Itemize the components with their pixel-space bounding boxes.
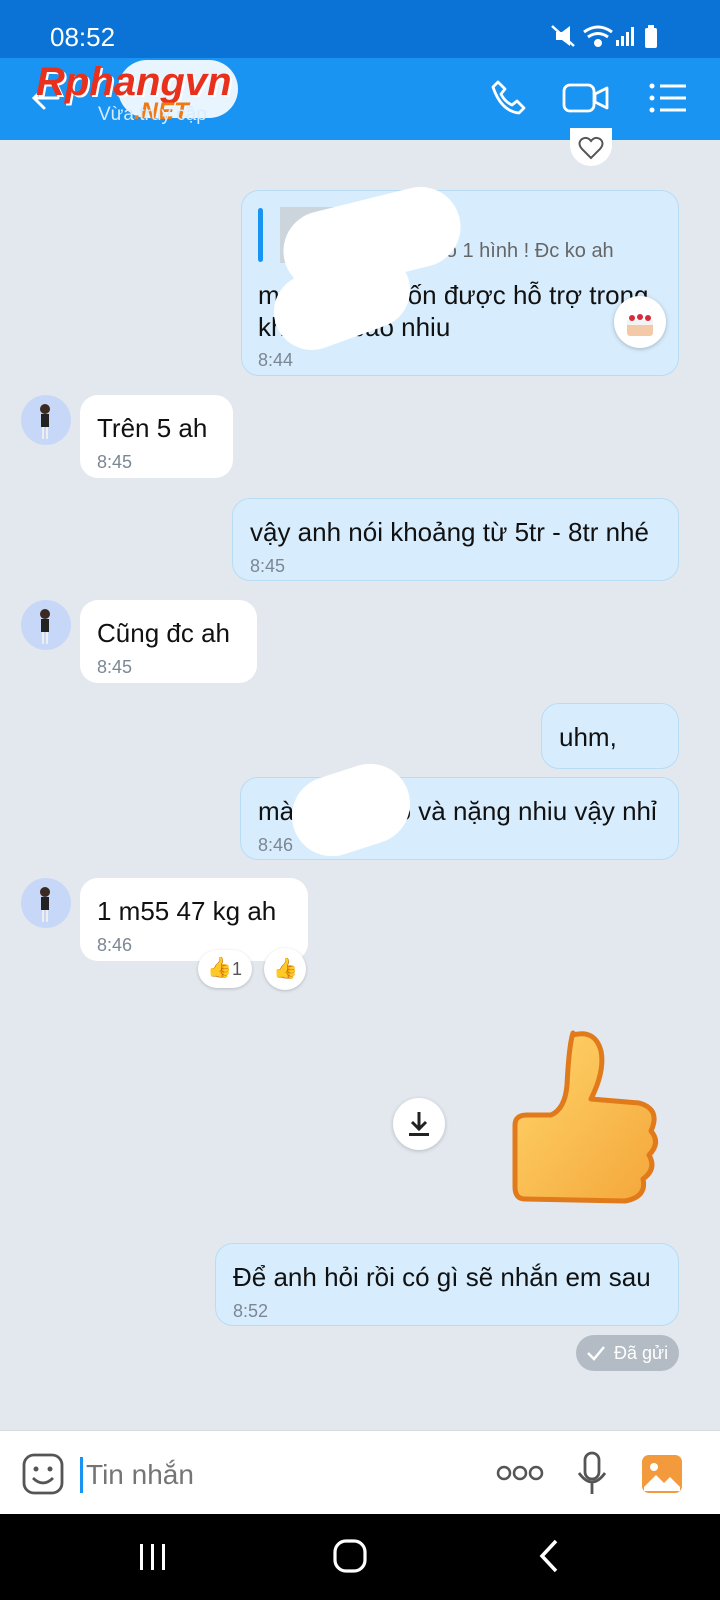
image-gallery-icon[interactable] — [640, 1453, 684, 1495]
last-seen-status: Vừa truy cập — [98, 104, 207, 125]
message-outgoing[interactable]: nh] Có 1 hình ! Đc ko ah m ốn được hỗ trợ… — [241, 178, 679, 376]
message-outgoing[interactable]: vậy anh nói khoảng từ 5tr - 8tr nhé 8:45 — [232, 498, 679, 581]
message-outgoing[interactable]: Để anh hỏi rồi có gì sẽ nhắn em sau 8:52 — [215, 1243, 679, 1326]
system-nav-bar — [0, 1514, 720, 1600]
sent-status-badge: Đã gửi — [576, 1335, 679, 1371]
mute-icon — [551, 25, 575, 47]
message-time: 8:52 — [233, 1301, 269, 1321]
message-time: 8:45 — [97, 452, 133, 472]
message-text: Trên 5 ah — [97, 413, 208, 443]
download-button[interactable] — [393, 1098, 445, 1150]
message-time: 8:44 — [258, 350, 294, 370]
emoji-sticker-icon[interactable] — [22, 1453, 64, 1495]
message-input[interactable] — [84, 1451, 468, 1499]
message-text: vậy anh nói khoảng từ 5tr - 8tr nhé — [250, 517, 649, 547]
cake-icon — [627, 314, 653, 336]
home-icon[interactable] — [332, 1538, 368, 1574]
checkmark-icon — [587, 1346, 605, 1361]
battery-icon — [645, 25, 657, 48]
avatar[interactable] — [21, 395, 71, 445]
status-icons — [551, 25, 657, 48]
message-text: Để anh hỏi rồi có gì sẽ nhắn em sau — [233, 1262, 651, 1292]
video-call-icon[interactable] — [562, 80, 610, 116]
quote-bar — [258, 208, 263, 262]
message-time: 8:45 — [250, 556, 286, 576]
text-cursor — [80, 1457, 83, 1493]
reaction-count-badge[interactable]: 👍 1 — [198, 950, 252, 988]
avatar-figure-icon — [40, 404, 50, 439]
message-text: uhm, — [559, 722, 617, 752]
menu-list-icon[interactable] — [648, 80, 688, 116]
message-outgoing[interactable]: mà no và nặng nhiu vậy nhỉ 8:46 — [240, 753, 679, 867]
chat-header: Rphangvn .NET Vừa truy cập — [0, 58, 720, 140]
avatar-figure-icon — [40, 887, 50, 922]
avatar[interactable] — [21, 600, 71, 650]
recent-apps-icon[interactable] — [136, 1542, 170, 1572]
phone-call-icon[interactable] — [488, 78, 528, 118]
microphone-icon[interactable] — [576, 1451, 608, 1497]
message-text: 1 m55 47 kg ah — [97, 896, 277, 926]
message-text: Cũng đc ah — [97, 618, 230, 648]
download-icon — [409, 1112, 429, 1136]
message-incoming[interactable]: 1 m55 47 kg ah 8:46 — [80, 878, 308, 961]
message-time: 8:46 — [97, 935, 133, 955]
status-bar: 08:52 — [0, 0, 720, 58]
message-time: 8:46 — [258, 835, 294, 855]
wifi-icon — [583, 25, 613, 47]
thumbs-up-sticker[interactable] — [478, 1025, 668, 1225]
signal-icon — [616, 27, 634, 46]
cake-reaction-button[interactable] — [614, 296, 666, 348]
heart-icon — [578, 136, 604, 160]
heart-react-button[interactable] — [570, 128, 612, 166]
message-incoming[interactable]: Cũng đc ah 8:45 — [80, 600, 257, 683]
status-time: 08:52 — [50, 22, 116, 52]
blurred-region — [281, 753, 421, 867]
avatar-figure-icon — [40, 609, 50, 644]
avatar[interactable] — [21, 878, 71, 928]
more-options-icon[interactable] — [496, 1461, 544, 1485]
thumbs-up-icon: 👍 — [273, 958, 298, 980]
message-input-bar — [0, 1430, 720, 1515]
message-outgoing[interactable]: uhm, — [541, 703, 679, 769]
thumbs-up-icon: 👍 — [207, 957, 232, 979]
back-icon[interactable] — [536, 1538, 562, 1574]
message-incoming[interactable]: Trên 5 ah 8:45 — [80, 395, 233, 478]
chat-area[interactable]: nh] Có 1 hình ! Đc ko ah m ốn được hỗ trợ… — [0, 128, 720, 1430]
message-time: 8:45 — [97, 657, 133, 677]
thumbs-up-react-button[interactable]: 👍 — [264, 948, 306, 990]
